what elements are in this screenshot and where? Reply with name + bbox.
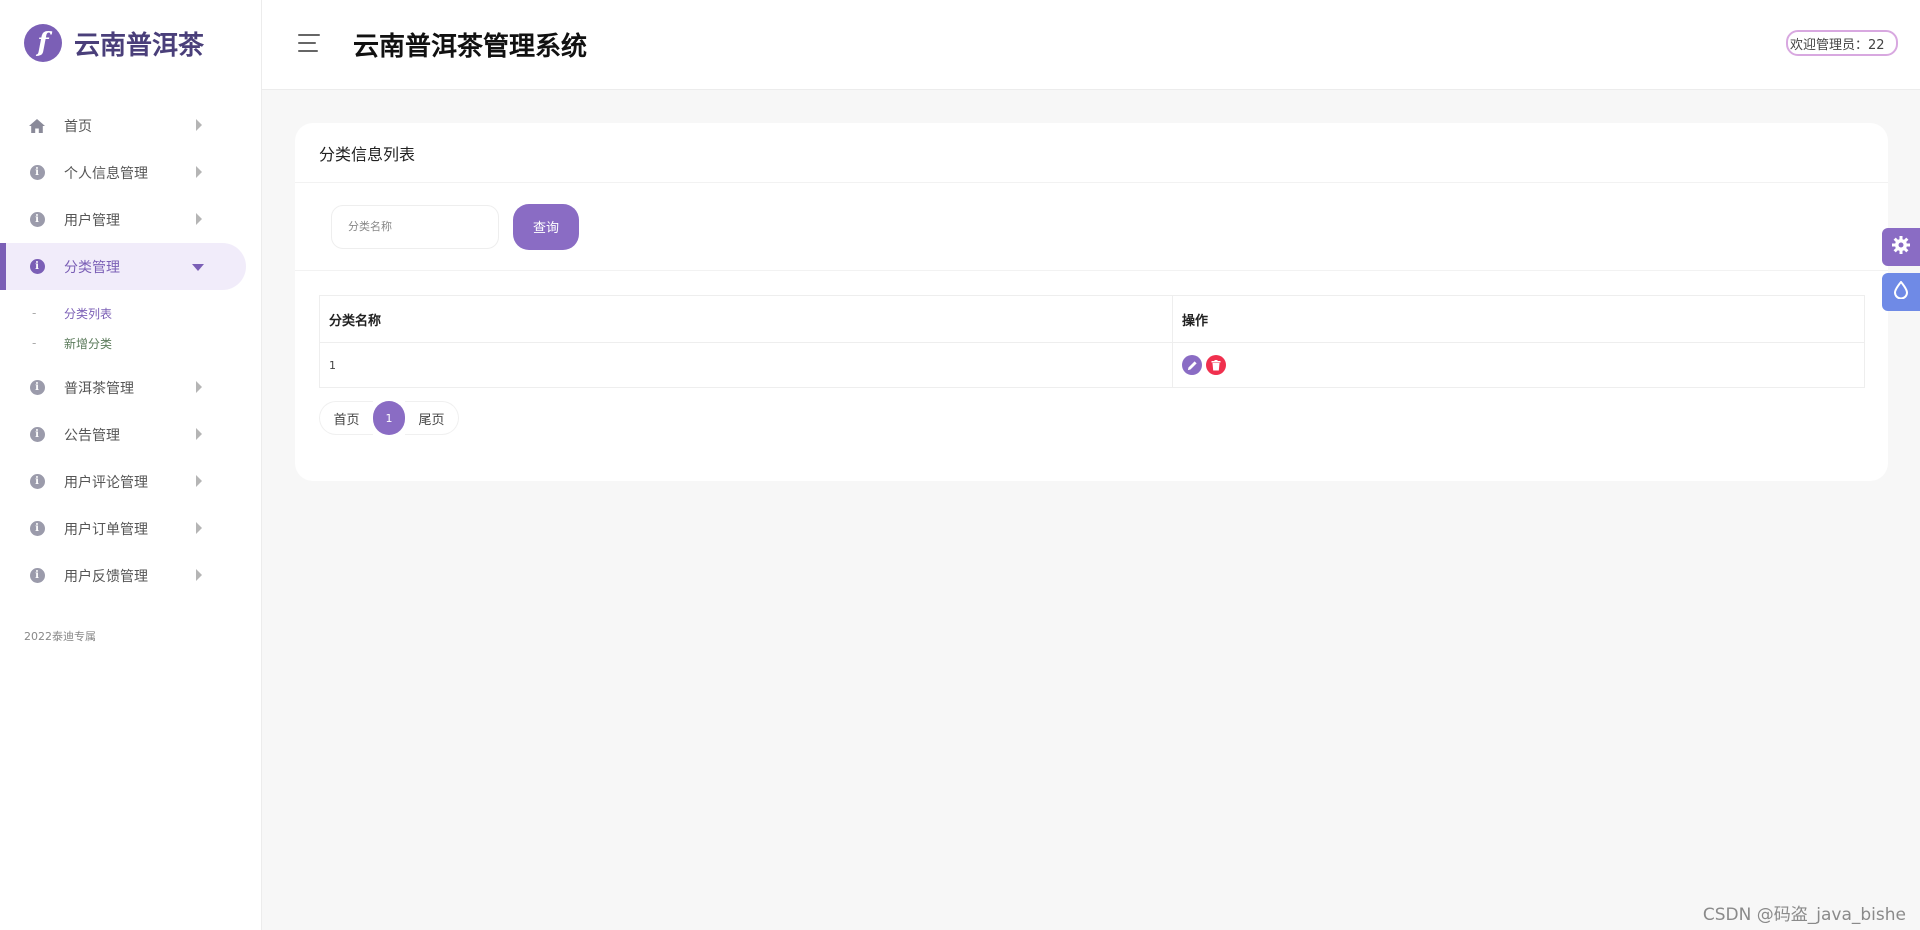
chevron-right-icon	[196, 428, 202, 440]
sidebar-subitem-add-category[interactable]: - 新增分类	[0, 328, 261, 358]
categories-submenu: - 分类列表 - 新增分类	[0, 290, 261, 364]
chevron-right-icon	[196, 569, 202, 581]
watermark: CSDN @码盗_java_bishe	[1702, 905, 1906, 925]
home-icon	[28, 117, 46, 135]
brand-name: 云南普洱茶	[74, 30, 205, 61]
info-icon: i	[28, 520, 46, 538]
category-list-card: 分类信息列表 查询 分类名称 操作 1	[295, 123, 1888, 481]
droplet-icon	[1893, 280, 1909, 303]
info-icon: i	[28, 379, 46, 397]
search-button[interactable]: 查询	[513, 203, 579, 250]
sidebar-item-label: 公告管理	[64, 427, 120, 444]
theme-float-button[interactable]	[1882, 273, 1920, 311]
chevron-right-icon	[196, 166, 202, 178]
copyright: 2022泰迪专属	[24, 630, 96, 643]
last-page-button[interactable]: 尾页	[405, 401, 459, 435]
chevron-right-icon	[196, 213, 202, 225]
info-icon: i	[28, 258, 46, 276]
top-header: 云南普洱茶管理系统 欢迎管理员：22	[262, 0, 1920, 90]
sidebar-item-label: 个人信息管理	[64, 165, 148, 182]
chevron-right-icon	[196, 522, 202, 534]
settings-float-button[interactable]	[1882, 228, 1920, 266]
sidebar-item-label: 普洱茶管理	[64, 380, 134, 397]
column-header-name: 分类名称	[319, 295, 1173, 343]
sidebar-menu: 首页 i 个人信息管理 i 用户管理 i 分类管理 - 分类列表 - 新增分类	[0, 102, 261, 599]
sidebar-item-label: 首页	[64, 118, 92, 135]
edit-icon[interactable]	[1182, 355, 1202, 375]
sidebar-item-categories[interactable]: i 分类管理	[0, 243, 246, 290]
page-title: 云南普洱茶管理系统	[353, 32, 588, 62]
chevron-right-icon	[196, 119, 202, 131]
pagination: 首页 1 尾页	[319, 401, 459, 435]
brand-logo-icon: f	[24, 24, 62, 62]
search-bar: 查询	[295, 183, 1888, 271]
chevron-right-icon	[196, 475, 202, 487]
delete-icon[interactable]	[1206, 355, 1226, 375]
menu-toggle-icon[interactable]	[298, 34, 320, 58]
sidebar-item-profile[interactable]: i 个人信息管理	[0, 149, 261, 196]
card-title: 分类信息列表	[295, 123, 1888, 183]
brand[interactable]: f 云南普洱茶	[0, 0, 261, 86]
subitem-label: 新增分类	[64, 336, 113, 351]
category-name-search-input[interactable]	[331, 204, 499, 249]
current-page-button[interactable]: 1	[373, 401, 405, 435]
info-icon: i	[28, 164, 46, 182]
gear-icon	[1891, 235, 1911, 259]
sidebar-item-label: 分类管理	[64, 259, 120, 276]
chevron-down-icon	[192, 264, 204, 271]
category-table: 分类名称 操作 1	[319, 295, 1865, 388]
sidebar-item-announcements[interactable]: i 公告管理	[0, 411, 261, 458]
sidebar-subitem-category-list[interactable]: - 分类列表	[0, 298, 261, 328]
sidebar-item-label: 用户管理	[64, 212, 120, 229]
first-page-button[interactable]: 首页	[319, 401, 373, 435]
table-header-row: 分类名称 操作	[319, 295, 1865, 343]
welcome-user-badge[interactable]: 欢迎管理员：22	[1786, 30, 1898, 56]
chevron-right-icon	[196, 381, 202, 393]
sidebar-item-comments[interactable]: i 用户评论管理	[0, 458, 261, 505]
sidebar-item-label: 用户评论管理	[64, 474, 148, 491]
sidebar-item-users[interactable]: i 用户管理	[0, 196, 261, 243]
column-header-actions: 操作	[1172, 295, 1865, 343]
info-icon: i	[28, 473, 46, 491]
info-icon: i	[28, 211, 46, 229]
sidebar-item-home[interactable]: 首页	[0, 102, 261, 149]
table-row: 1	[319, 342, 1865, 388]
actions-cell	[1172, 342, 1865, 388]
sidebar-item-label: 用户反馈管理	[64, 568, 148, 585]
subitem-label: 分类列表	[64, 306, 113, 321]
sidebar-item-tea[interactable]: i 普洱茶管理	[0, 364, 261, 411]
category-name-cell: 1	[319, 342, 1173, 388]
info-icon: i	[28, 426, 46, 444]
sidebar-item-label: 用户订单管理	[64, 521, 148, 538]
sidebar: f 云南普洱茶 首页 i 个人信息管理 i 用户管理 i 分类管理 - 分类列表…	[0, 0, 262, 930]
sidebar-item-orders[interactable]: i 用户订单管理	[0, 505, 261, 552]
info-icon: i	[28, 567, 46, 585]
sidebar-item-feedback[interactable]: i 用户反馈管理	[0, 552, 261, 599]
